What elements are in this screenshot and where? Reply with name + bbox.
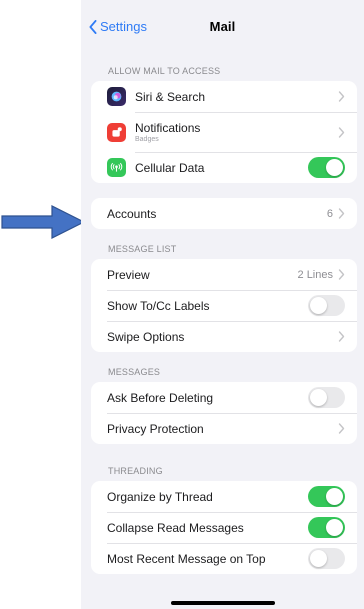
notifications-row[interactable]: Notifications Badges	[91, 112, 357, 152]
organize-by-thread-row: Organize by Thread	[91, 481, 357, 512]
ask-before-deleting-toggle[interactable]	[308, 387, 345, 408]
messages-group: Ask Before Deleting Privacy Protection	[91, 382, 357, 444]
mail-settings-screen: Settings Mail ALLOW MAIL TO ACCESS Siri …	[81, 0, 364, 609]
siri-search-label: Siri & Search	[135, 89, 206, 104]
siri-icon	[107, 87, 126, 106]
cellular-data-row: Cellular Data	[91, 152, 357, 183]
accounts-label: Accounts	[107, 206, 157, 221]
preview-row[interactable]: Preview 2 Lines	[91, 259, 357, 290]
toggle-knob	[310, 297, 327, 314]
privacy-protection-row[interactable]: Privacy Protection	[91, 413, 357, 444]
toggle-knob	[326, 519, 343, 536]
collapse-read-messages-label: Collapse Read Messages	[107, 520, 244, 535]
cellular-data-label: Cellular Data	[135, 160, 205, 175]
section-header-threading: THREADING	[108, 466, 163, 476]
most-recent-on-top-toggle[interactable]	[308, 548, 345, 569]
accounts-row[interactable]: Accounts 6	[91, 198, 357, 229]
most-recent-on-top-label: Most Recent Message on Top	[107, 551, 266, 566]
chevron-right-icon	[338, 208, 345, 219]
notifications-icon	[107, 122, 126, 142]
collapse-read-messages-row: Collapse Read Messages	[91, 512, 357, 543]
show-tocc-row: Show To/Cc Labels	[91, 290, 357, 321]
section-header-allow-access: ALLOW MAIL TO ACCESS	[108, 66, 221, 76]
section-header-message-list: MESSAGE LIST	[108, 244, 177, 254]
siri-search-row[interactable]: Siri & Search	[91, 81, 357, 112]
chevron-right-icon	[338, 331, 345, 342]
toggle-knob	[310, 389, 327, 406]
annotation-arrow	[1, 205, 85, 239]
page-title: Mail	[209, 19, 236, 34]
chevron-right-icon	[338, 126, 345, 138]
most-recent-on-top-row: Most Recent Message on Top	[91, 543, 357, 574]
notifications-sublabel: Badges	[135, 136, 159, 143]
ask-before-deleting-row: Ask Before Deleting	[91, 382, 357, 413]
collapse-read-messages-toggle[interactable]	[308, 517, 345, 538]
toggle-knob	[310, 550, 327, 567]
section-header-messages: MESSAGES	[108, 367, 161, 377]
chevron-right-icon	[338, 91, 345, 102]
organize-by-thread-toggle[interactable]	[308, 486, 345, 507]
allow-access-group: Siri & Search Notifications Badges Cellu…	[91, 81, 357, 183]
preview-value: 2 Lines	[297, 268, 333, 281]
message-list-group: Preview 2 Lines Show To/Cc Labels Swipe …	[91, 259, 357, 352]
preview-label: Preview	[107, 267, 150, 282]
organize-by-thread-label: Organize by Thread	[107, 489, 213, 504]
accounts-count: 6	[326, 207, 333, 220]
navigation-bar: Settings Mail	[81, 0, 364, 54]
swipe-options-label: Swipe Options	[107, 329, 185, 344]
toggle-knob	[326, 488, 343, 505]
privacy-protection-label: Privacy Protection	[107, 421, 204, 436]
antenna-icon	[107, 158, 126, 177]
chevron-right-icon	[338, 269, 345, 280]
notifications-label: Notifications	[135, 121, 201, 135]
swipe-options-row[interactable]: Swipe Options	[91, 321, 357, 352]
ask-before-deleting-label: Ask Before Deleting	[107, 390, 214, 405]
threading-group: Organize by Thread Collapse Read Message…	[91, 481, 357, 574]
show-tocc-toggle[interactable]	[308, 295, 345, 316]
chevron-right-icon	[338, 423, 345, 434]
accounts-group: Accounts 6	[91, 198, 357, 229]
home-indicator[interactable]	[171, 601, 275, 605]
toggle-knob	[326, 159, 343, 176]
show-tocc-label: Show To/Cc Labels	[107, 298, 210, 313]
cellular-data-toggle[interactable]	[308, 157, 345, 178]
